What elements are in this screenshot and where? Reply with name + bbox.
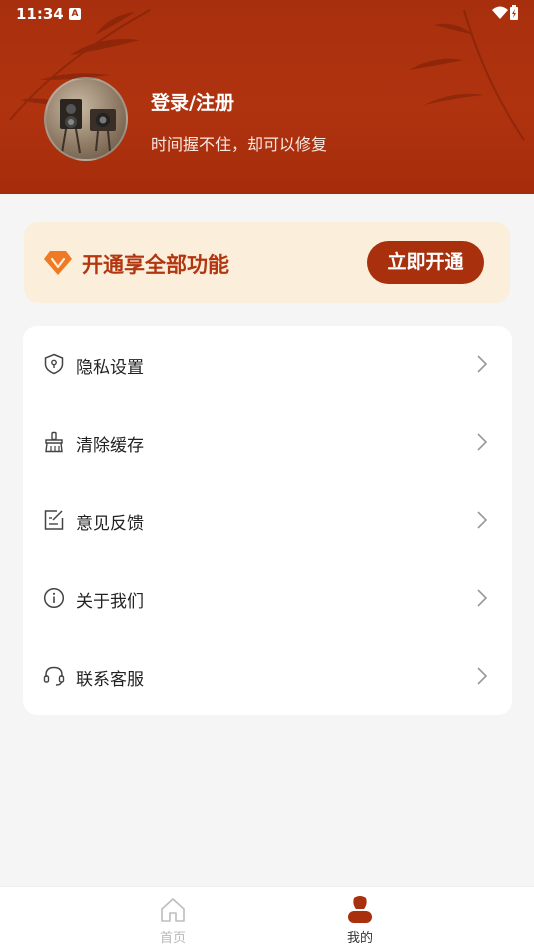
wifi-icon: [492, 6, 508, 19]
login-register-link[interactable]: 登录/注册: [151, 88, 234, 115]
menu-item-feedback[interactable]: 意见反馈: [23, 482, 512, 560]
menu-label: 隐私设置: [76, 358, 144, 378]
battery-charging-icon: [510, 5, 518, 20]
chevron-right-icon: [477, 355, 487, 373]
profile-slogan: 时间握不住，却可以修复: [151, 135, 328, 154]
profile-icon: [348, 896, 372, 923]
menu-item-privacy-settings[interactable]: 隐私设置: [23, 326, 512, 404]
headset-icon: [43, 666, 65, 686]
menu-label: 关于我们: [76, 592, 144, 612]
nav-label-home: 首页: [159, 931, 186, 946]
chevron-right-icon: [477, 667, 487, 685]
avatar[interactable]: [44, 77, 128, 161]
menu-item-contact-support[interactable]: 联系客服: [23, 638, 512, 716]
a-icon: A: [69, 8, 81, 20]
status-bar: 11:34 A: [0, 0, 534, 28]
status-time: 11:34: [16, 5, 64, 23]
bottom-navigation: 首页 我的: [0, 886, 534, 950]
chevron-right-icon: [477, 589, 487, 607]
chevron-right-icon: [477, 511, 487, 529]
home-icon: [161, 898, 185, 922]
vip-promo-text: 开通享全部功能: [82, 253, 229, 277]
vip-banner[interactable]: 开通享全部功能 立即开通: [24, 222, 510, 303]
chevron-right-icon: [477, 433, 487, 451]
nav-tab-home[interactable]: 首页: [133, 887, 213, 950]
settings-menu: 隐私设置 清除缓存 意见反馈 关于我们 联系客服: [23, 326, 512, 715]
feedback-icon: [44, 510, 64, 530]
broom-icon: [45, 431, 63, 453]
menu-item-clear-cache[interactable]: 清除缓存: [23, 404, 512, 482]
menu-item-about-us[interactable]: 关于我们: [23, 560, 512, 638]
shield-icon: [44, 353, 64, 375]
diamond-icon: [44, 251, 72, 275]
menu-label: 联系客服: [76, 670, 144, 690]
nav-tab-mine[interactable]: 我的: [320, 887, 400, 950]
menu-label: 清除缓存: [76, 436, 144, 456]
activate-now-button[interactable]: 立即开通: [367, 241, 484, 284]
menu-label: 意见反馈: [76, 514, 144, 534]
nav-label-mine: 我的: [346, 931, 373, 946]
camera-avatar: [60, 99, 116, 154]
info-icon: [43, 587, 65, 609]
